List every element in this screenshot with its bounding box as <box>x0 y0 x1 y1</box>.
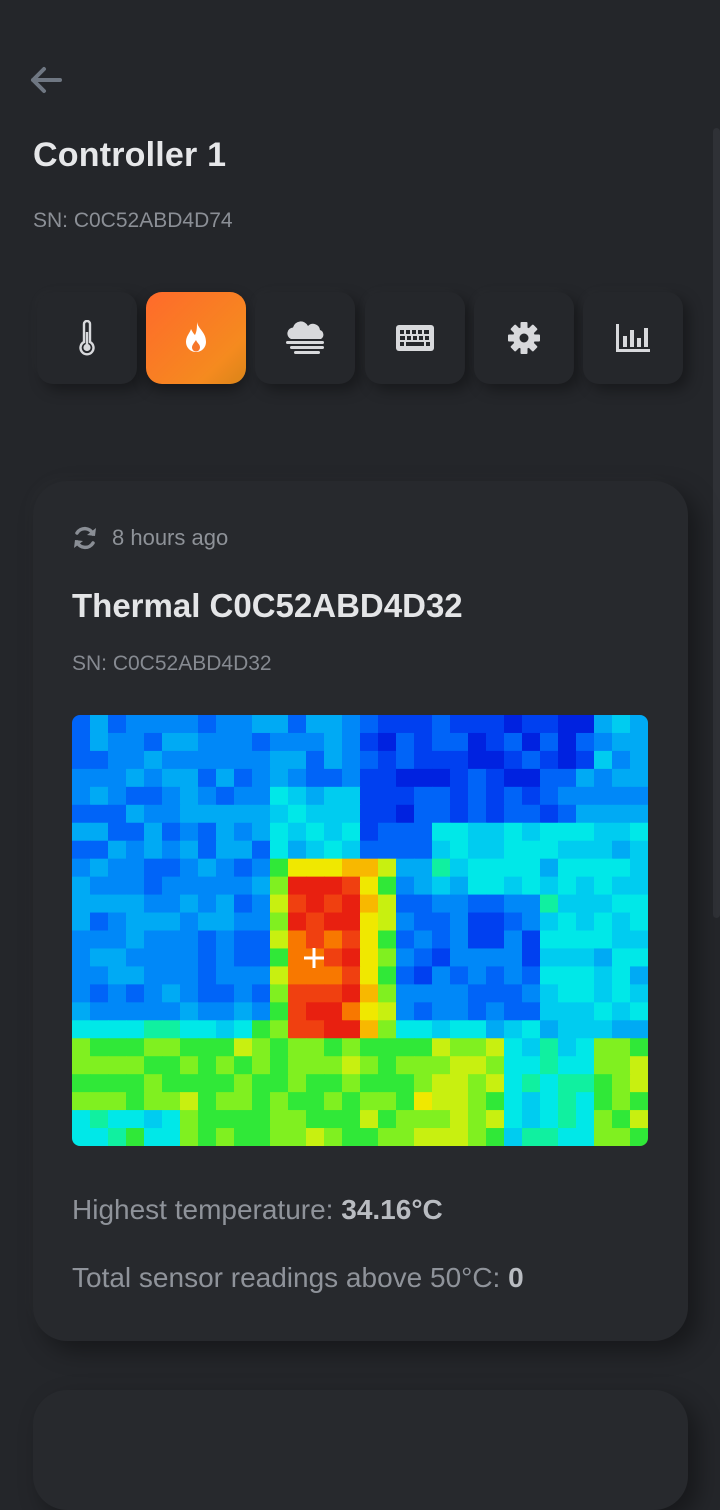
back-button[interactable] <box>28 62 64 98</box>
highest-temperature-label: Highest temperature: <box>72 1194 342 1225</box>
keyboard-icon <box>396 325 434 351</box>
tab-temperature[interactable] <box>37 292 137 384</box>
next-card <box>33 1390 688 1510</box>
last-updated-text: 8 hours ago <box>112 525 229 550</box>
readings-above-threshold-stat: Total sensor readings above 50°C: 0 <box>72 1262 524 1294</box>
tab-statistics[interactable] <box>583 292 683 384</box>
tab-fog[interactable] <box>255 292 355 384</box>
tab-bar <box>37 292 687 384</box>
sensor-serial: SN: C0C52ABD4D32 <box>72 652 272 675</box>
tab-settings[interactable] <box>474 292 574 384</box>
highest-temperature-stat: Highest temperature: 34.16°C <box>72 1194 443 1226</box>
controller-serial: SN: C0C52ABD4D74 <box>33 209 233 232</box>
fog-icon <box>286 321 324 354</box>
tab-thermal[interactable] <box>146 292 246 384</box>
thermometer-icon <box>79 320 95 356</box>
sensor-title: Thermal C0C52ABD4D32 <box>72 587 463 624</box>
refresh-icon[interactable] <box>72 525 98 551</box>
back-arrow-icon <box>31 67 62 93</box>
scrollbar[interactable] <box>713 128 720 918</box>
last-updated: 8 hours ago <box>72 525 228 551</box>
readings-above-value: 0 <box>508 1262 524 1293</box>
highest-temperature-value: 34.16°C <box>341 1194 443 1225</box>
tab-keyboard[interactable] <box>365 292 465 384</box>
gear-icon <box>508 322 540 354</box>
readings-above-label: Total sensor readings above 50°C: <box>72 1262 509 1293</box>
bar-chart-icon <box>616 324 650 352</box>
thermal-sensor-card: 8 hours ago Thermal C0C52ABD4D32 SN: C0C… <box>33 481 688 1341</box>
page-title: Controller 1 <box>33 136 227 174</box>
flame-icon <box>186 322 206 352</box>
thermal-heatmap-image[interactable] <box>72 715 648 1146</box>
